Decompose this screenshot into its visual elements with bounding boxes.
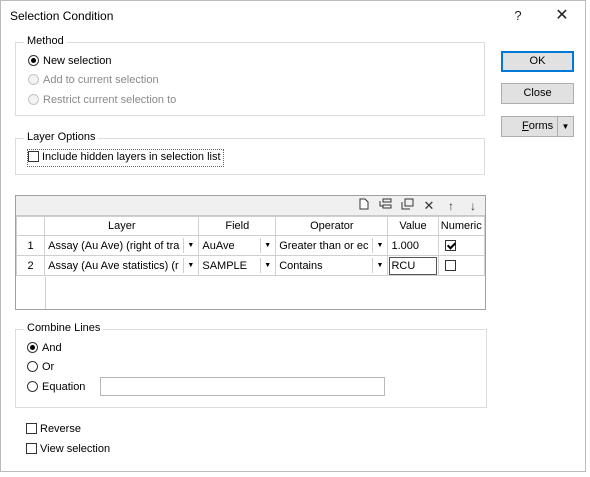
layer-value: Assay (Au Ave statistics) (r [48, 259, 179, 272]
conditions-table: Layer Field Operator Value Numeric 1 Ass… [15, 216, 486, 276]
close-window-button[interactable]: ✕ [539, 1, 585, 31]
numeric-checkbox[interactable] [444, 259, 456, 271]
radio-restrict-label: Restrict current selection to [43, 94, 177, 106]
equation-input[interactable] [100, 377, 385, 396]
radio-and[interactable]: And [27, 341, 62, 357]
radio-checked-icon [27, 342, 38, 353]
window-title: Selection Condition [10, 9, 114, 23]
combine-lines-group: Combine Lines And Or Equation [15, 322, 487, 408]
insert-row-icon[interactable] [377, 198, 393, 214]
checkbox-icon [28, 151, 39, 162]
grid-toolbar: ✕ ↑ ↓ [16, 196, 485, 216]
numeric-cell [437, 235, 486, 256]
radio-or[interactable]: Or [27, 360, 54, 376]
radio-equation[interactable]: Equation [27, 380, 85, 396]
forms-label: Forms [522, 120, 554, 132]
layer-options-group: Layer Options Include hidden layers in s… [15, 131, 485, 175]
column-header-layer: Layer [44, 216, 200, 236]
column-header-operator: Operator [275, 216, 389, 236]
numeric-cell [437, 255, 486, 276]
value-text: RCU [391, 259, 416, 272]
row-number[interactable]: 2 [15, 255, 46, 276]
new-row-icon[interactable] [356, 198, 372, 214]
layer-cell[interactable]: Assay (Au Ave) (right of tra ▼ [44, 235, 200, 256]
radio-restrict-selection[interactable]: Restrict current selection to [28, 93, 176, 109]
field-cell[interactable]: SAMPLE ▼ [198, 255, 277, 276]
radio-disabled-icon [28, 94, 39, 105]
operator-cell[interactable]: Contains ▼ [275, 255, 389, 276]
view-selection-checkbox[interactable]: View selection [26, 442, 110, 458]
radio-equation-label: Equation [42, 381, 86, 393]
chevron-down-icon[interactable]: ▼ [260, 238, 275, 253]
title-bar: Selection Condition ? ✕ [1, 1, 585, 31]
column-header-numeric: Numeric [437, 216, 486, 236]
method-legend: Method [24, 35, 67, 47]
operator-value: Greater than or ec [279, 239, 369, 252]
grid-empty-area [16, 277, 46, 309]
reverse-checkbox[interactable]: Reverse [26, 422, 81, 438]
radio-disabled-icon [28, 74, 39, 85]
radio-or-label: Or [42, 361, 55, 373]
chevron-down-icon[interactable]: ▼ [372, 238, 387, 253]
operator-cell[interactable]: Greater than or ec ▼ [275, 235, 389, 256]
table-header-row: Layer Field Operator Value Numeric [15, 216, 486, 236]
radio-checked-icon [28, 55, 39, 66]
method-group: Method New selection Add to current sele… [15, 35, 485, 116]
layer-cell[interactable]: Assay (Au Ave statistics) (r ▼ [44, 255, 200, 276]
table-row: 1 Assay (Au Ave) (right of tra ▼ AuAve ▼ G… [15, 235, 486, 256]
ok-button[interactable]: OK [501, 51, 574, 72]
radio-add-to-selection[interactable]: Add to current selection [28, 73, 159, 89]
reverse-label: Reverse [40, 423, 81, 435]
help-button[interactable]: ? [495, 1, 541, 31]
close-button[interactable]: Close [501, 83, 574, 104]
forms-button[interactable]: Forms ▼ [501, 116, 574, 137]
radio-icon [27, 381, 38, 392]
row-number[interactable]: 1 [15, 235, 46, 256]
selection-condition-dialog: Selection Condition ? ✕ Method New selec… [0, 0, 586, 472]
radio-new-selection[interactable]: New selection [28, 54, 111, 70]
column-header-value: Value [387, 216, 439, 236]
chevron-down-icon[interactable]: ▼ [372, 258, 387, 273]
radio-add-label: Add to current selection [43, 74, 159, 86]
chevron-down-icon[interactable]: ▼ [260, 258, 275, 273]
combine-lines-legend: Combine Lines [24, 322, 104, 334]
forms-dropdown-icon[interactable]: ▼ [557, 117, 573, 136]
checkbox-icon [26, 443, 37, 454]
value-text: 1.000 [391, 239, 420, 252]
checkbox-icon [26, 423, 37, 434]
duplicate-row-icon[interactable] [399, 198, 415, 214]
move-down-icon[interactable]: ↓ [465, 198, 481, 214]
include-hidden-label: Include hidden layers in selection list [42, 151, 221, 163]
table-row: 2 Assay (Au Ave statistics) (r ▼ SAMPLE ▼ … [15, 255, 486, 276]
delete-row-icon[interactable]: ✕ [421, 198, 437, 214]
chevron-down-icon[interactable]: ▼ [183, 258, 198, 273]
radio-new-selection-label: New selection [43, 55, 112, 67]
include-hidden-checkbox[interactable]: Include hidden layers in selection list [27, 149, 224, 167]
layer-value: Assay (Au Ave) (right of tra [48, 239, 180, 252]
view-selection-label: View selection [40, 443, 111, 455]
radio-icon [27, 361, 38, 372]
value-cell[interactable]: RCU [387, 255, 439, 276]
radio-and-label: And [42, 342, 62, 354]
column-header-rownum [15, 216, 46, 236]
value-cell[interactable]: 1.000 [387, 235, 439, 256]
chevron-down-icon[interactable]: ▼ [183, 238, 198, 253]
column-header-field: Field [198, 216, 277, 236]
conditions-grid: ✕ ↑ ↓ Layer Field Operator Value Numeric… [15, 195, 486, 310]
numeric-checkbox[interactable] [444, 239, 456, 251]
layer-options-legend: Layer Options [24, 131, 99, 143]
move-up-icon[interactable]: ↑ [443, 198, 459, 214]
operator-value: Contains [279, 259, 323, 272]
field-cell[interactable]: AuAve ▼ [198, 235, 277, 256]
